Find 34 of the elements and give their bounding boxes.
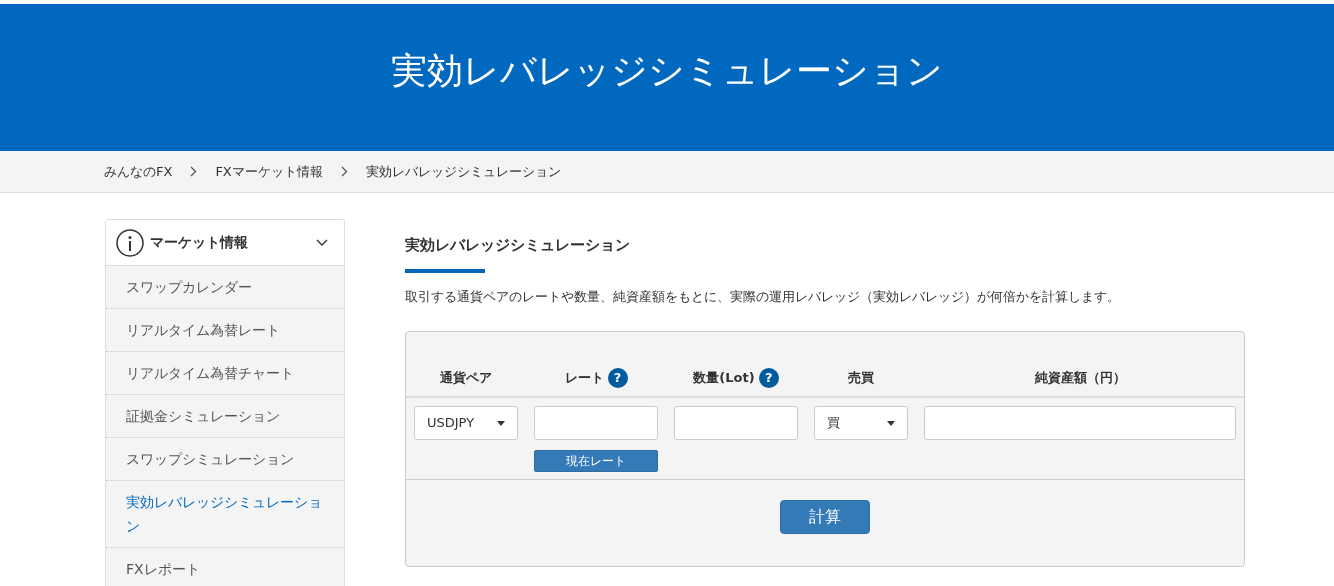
sidebar-item[interactable]: 実効レバレッジシミュレーション	[106, 481, 344, 548]
sidebar-item[interactable]: FXレポート	[106, 548, 344, 586]
input-field[interactable]	[924, 406, 1236, 440]
column-header: レート	[564, 369, 604, 388]
breadcrumb-link[interactable]: みんなのFX	[104, 161, 173, 182]
column-header: 通貨ペア	[440, 369, 492, 388]
help-icon[interactable]: ?	[607, 368, 628, 388]
info-icon	[116, 228, 144, 257]
calculate-button[interactable]: 計算	[780, 500, 870, 534]
help-icon[interactable]: ?	[758, 368, 779, 388]
breadcrumb-link[interactable]: 実効レバレッジシミュレーション	[365, 161, 561, 182]
page-title: 実効レバレッジシミュレーション	[391, 48, 943, 93]
dropdown-select[interactable]: 買	[814, 406, 908, 440]
sidebar-item[interactable]: スワップシミュレーション	[106, 438, 344, 481]
input-field[interactable]	[674, 406, 798, 440]
sidebar-header-label: マーケット情報	[150, 233, 249, 252]
breadcrumb-link[interactable]: FXマーケット情報	[215, 161, 323, 182]
current-rate-button[interactable]: 現在レート	[534, 450, 658, 472]
caret-icon	[497, 420, 505, 426]
column-header: 売買	[848, 369, 874, 388]
sidebar-item[interactable]: リアルタイム為替レート	[106, 309, 344, 352]
dropdown-select[interactable]: USDJPY	[414, 406, 518, 440]
sidebar-item[interactable]: スワップカレンダー	[106, 266, 344, 309]
sidebar-item[interactable]: 証拠金シミュレーション	[106, 395, 344, 438]
chevron-icon	[340, 166, 348, 177]
column-header: 数量(Lot)	[693, 369, 755, 388]
sidebar-item[interactable]: リアルタイム為替チャート	[106, 352, 344, 395]
section-title: 実効レバレッジシミュレーション	[405, 235, 631, 256]
chevron-icon	[190, 166, 198, 177]
column-header: 純資産額（円）	[1034, 369, 1126, 388]
sidebar-header[interactable]: マーケット情報	[106, 220, 344, 266]
input-field[interactable]	[534, 406, 658, 440]
description-text: 取引する通貨ペアのレートや数量、純資産額をもとに、実際の運用レバレッジ（実効レバレッジ）が何倍かを計算します。	[405, 288, 1121, 306]
caret-icon	[887, 420, 895, 426]
